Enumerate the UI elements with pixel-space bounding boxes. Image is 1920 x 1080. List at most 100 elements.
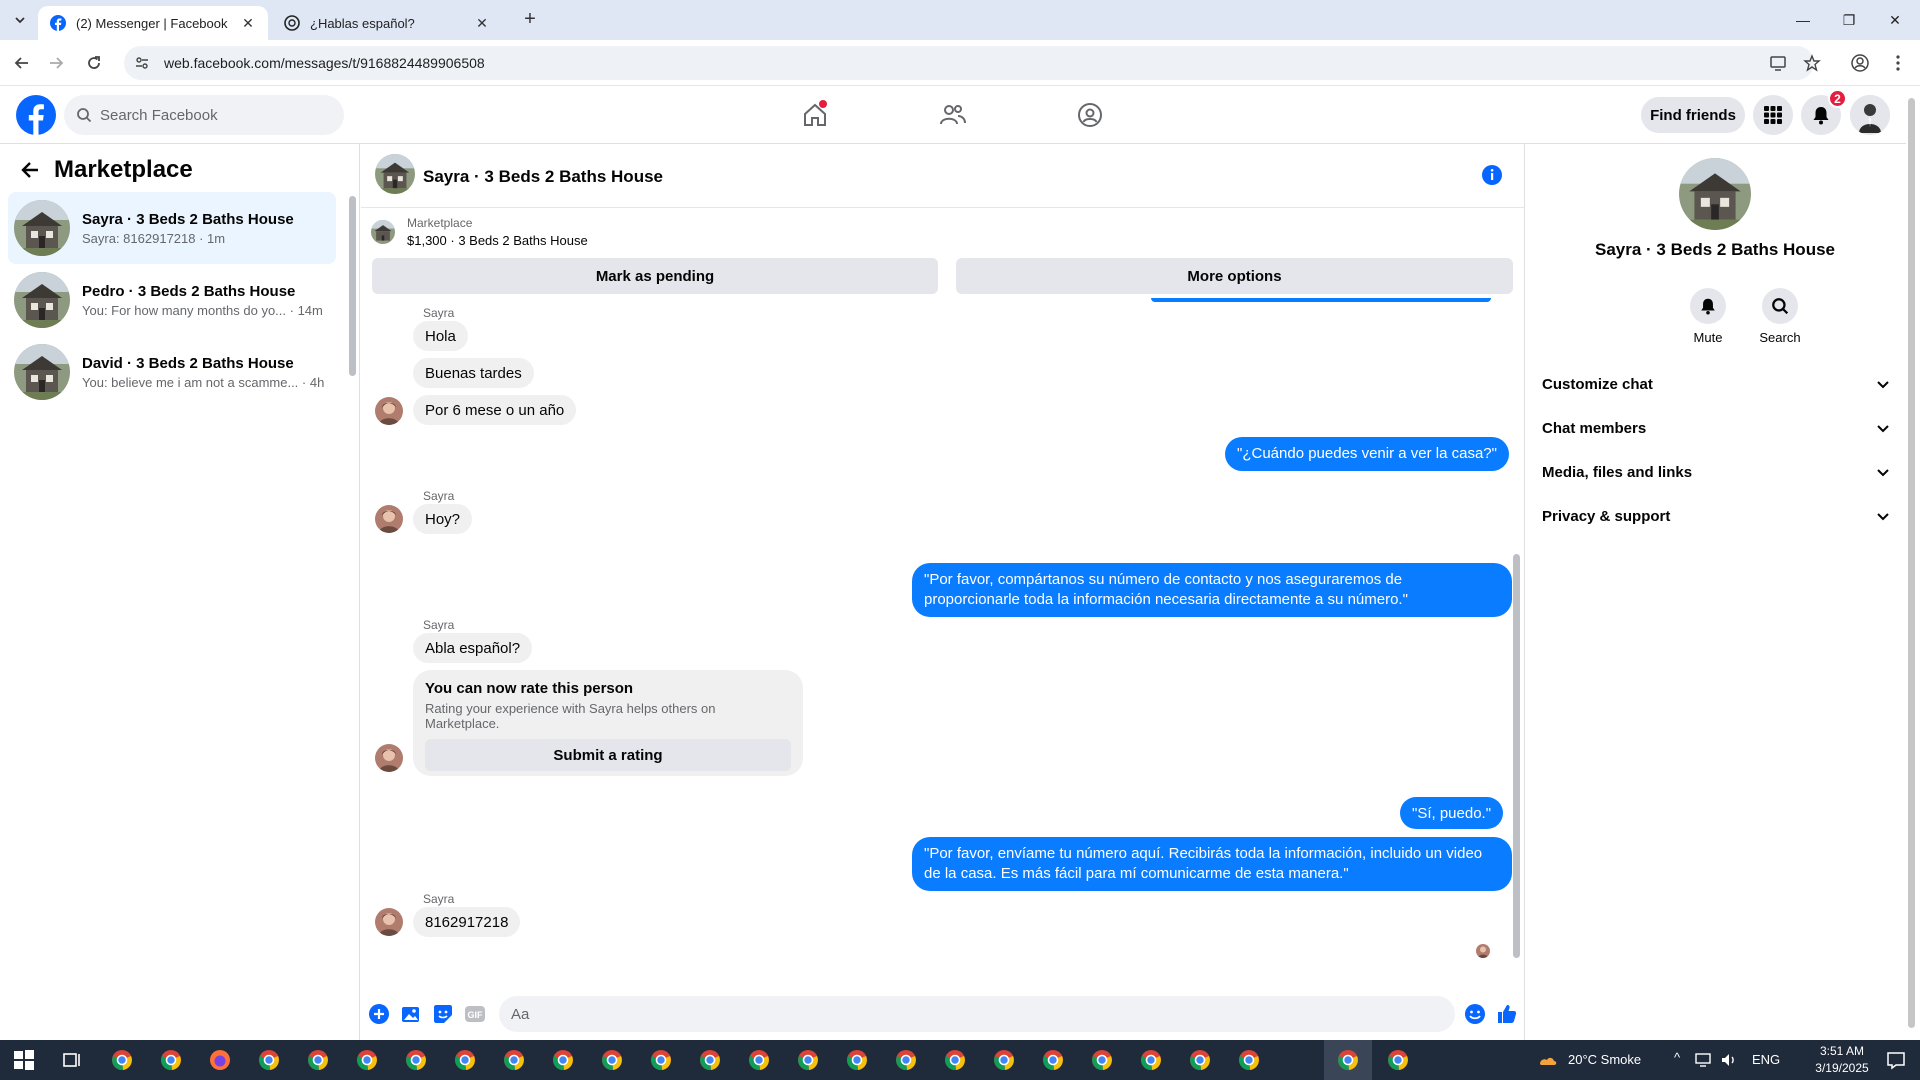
chrome-taskbar-icon[interactable] <box>1041 1048 1065 1072</box>
chrome-taskbar-icon[interactable] <box>698 1048 722 1072</box>
chat-listing-avatar[interactable] <box>375 154 415 194</box>
weather-smoke-icon[interactable] <box>1536 1048 1560 1072</box>
chrome-taskbar-icon[interactable] <box>1139 1048 1163 1072</box>
site-info-icon[interactable] <box>134 55 150 71</box>
weather-text[interactable]: 20°C Smoke <box>1568 1052 1641 1067</box>
chrome-taskbar-icon[interactable] <box>894 1048 918 1072</box>
chrome-taskbar-icon[interactable] <box>845 1048 869 1072</box>
friends-nav-icon[interactable] <box>933 98 973 132</box>
window-close-icon[interactable]: ✕ <box>1872 0 1918 40</box>
menu-grid-button[interactable] <box>1753 95 1793 135</box>
windows-start-icon[interactable] <box>12 1048 36 1072</box>
firefox-taskbar-icon[interactable] <box>208 1048 232 1072</box>
search-in-chat-button[interactable]: Search <box>1748 288 1812 345</box>
message-input[interactable]: Aa <box>499 996 1455 1032</box>
incoming-message[interactable]: Hoy? <box>413 504 473 534</box>
chrome-taskbar-icon[interactable] <box>1336 1048 1360 1072</box>
facebook-search-input[interactable]: Search Facebook <box>64 95 344 135</box>
chrome-taskbar-icon[interactable] <box>551 1048 575 1072</box>
language-indicator[interactable]: ENG <box>1752 1052 1780 1067</box>
account-avatar[interactable] <box>1850 95 1890 135</box>
reload-icon[interactable] <box>82 51 106 75</box>
tab-hablas[interactable]: ¿Hablas español? ✕ <box>272 6 502 40</box>
clock-date[interactable]: 3/19/2025 <box>1808 1061 1876 1075</box>
gif-icon[interactable]: GIF <box>463 1002 487 1026</box>
notification-center-icon[interactable] <box>1884 1048 1908 1072</box>
chrome-taskbar-icon[interactable] <box>1090 1048 1114 1072</box>
incoming-message[interactable]: 8162917218 <box>413 907 521 937</box>
tray-chevron-up-icon[interactable]: ^ <box>1674 1050 1680 1065</box>
chat-members-section[interactable]: Chat members <box>1542 410 1890 446</box>
new-tab-plus-icon[interactable]: + <box>520 9 540 30</box>
contact-avatar[interactable] <box>1679 158 1751 230</box>
chrome-taskbar-icon[interactable] <box>355 1048 379 1072</box>
privacy-support-section[interactable]: Privacy & support <box>1542 498 1890 534</box>
facebook-logo-icon[interactable] <box>16 95 56 135</box>
tab-close-icon[interactable]: ✕ <box>474 15 490 31</box>
sender-avatar[interactable] <box>375 397 403 425</box>
chrome-taskbar-icon[interactable] <box>1237 1048 1261 1072</box>
more-options-button[interactable]: More options <box>956 258 1513 294</box>
chrome-taskbar-icon[interactable] <box>502 1048 526 1072</box>
minimize-icon[interactable]: — <box>1780 0 1826 40</box>
media-files-links-section[interactable]: Media, files and links <box>1542 454 1890 490</box>
browser-menu-icon[interactable] <box>1886 51 1910 75</box>
bookmark-star-icon[interactable] <box>1800 51 1824 75</box>
profile-icon[interactable] <box>1848 51 1872 75</box>
add-plus-icon[interactable] <box>367 1002 391 1026</box>
incoming-message[interactable]: Buenas tardes <box>413 358 534 388</box>
find-friends-button[interactable]: Find friends <box>1641 97 1745 133</box>
volume-icon[interactable] <box>1720 1051 1738 1069</box>
chrome-taskbar-icon[interactable] <box>404 1048 428 1072</box>
listing-summary[interactable]: Marketplace $1,300 · 3 Beds 2 Baths Hous… <box>371 216 588 248</box>
chat-title[interactable]: Sayra · 3 Beds 2 Baths House <box>423 167 663 187</box>
emoji-icon[interactable] <box>1463 1002 1487 1026</box>
submit-rating-button[interactable]: Submit a rating <box>425 739 791 771</box>
task-view-icon[interactable] <box>60 1048 84 1072</box>
outgoing-message[interactable]: "Por favor, compártanos su número de con… <box>912 563 1512 617</box>
chrome-taskbar-icon[interactable] <box>257 1048 281 1072</box>
sender-avatar[interactable] <box>375 908 403 936</box>
incoming-message[interactable]: Abla español? <box>413 633 533 663</box>
chrome-taskbar-icon[interactable] <box>943 1048 967 1072</box>
like-thumb-icon[interactable] <box>1495 1002 1519 1026</box>
conversation-item-sayra[interactable]: Sayra · 3 Beds 2 Baths House Sayra: 8162… <box>8 192 336 264</box>
incoming-message[interactable]: Hola <box>413 321 468 351</box>
sidebar-scrollbar[interactable] <box>349 196 356 376</box>
chrome-taskbar-icon[interactable] <box>1386 1048 1410 1072</box>
restore-icon[interactable]: ❐ <box>1826 0 1872 40</box>
page-scrollbar[interactable] <box>1908 98 1915 1028</box>
chrome-taskbar-icon[interactable] <box>110 1048 134 1072</box>
chrome-taskbar-icon[interactable] <box>159 1048 183 1072</box>
photo-icon[interactable] <box>399 1002 423 1026</box>
home-nav-icon[interactable] <box>795 98 835 132</box>
chrome-taskbar-icon[interactable] <box>306 1048 330 1072</box>
conversation-item-david[interactable]: David · 3 Beds 2 Baths House You: believ… <box>8 336 336 408</box>
chrome-taskbar-icon[interactable] <box>453 1048 477 1072</box>
chrome-taskbar-icon[interactable] <box>747 1048 771 1072</box>
outgoing-message[interactable]: "Por favor, envíame tu número aquí. Reci… <box>912 837 1512 891</box>
chrome-taskbar-icon[interactable] <box>600 1048 624 1072</box>
mute-button[interactable]: Mute <box>1676 288 1740 345</box>
groups-nav-icon[interactable] <box>1070 98 1110 132</box>
chrome-taskbar-icon[interactable] <box>649 1048 673 1072</box>
tab-messenger[interactable]: (2) Messenger | Facebook ✕ <box>38 6 268 40</box>
conversation-item-pedro[interactable]: Pedro · 3 Beds 2 Baths House You: For ho… <box>8 264 336 336</box>
address-bar[interactable]: web.facebook.com/messages/t/916882448990… <box>124 46 1814 80</box>
chrome-taskbar-icon[interactable] <box>1188 1048 1212 1072</box>
install-app-icon[interactable] <box>1766 51 1790 75</box>
chat-scrollbar[interactable] <box>1513 554 1520 958</box>
info-icon[interactable] <box>1481 164 1503 186</box>
clock-time[interactable]: 3:51 AM <box>1808 1044 1876 1058</box>
chrome-taskbar-icon[interactable] <box>992 1048 1016 1072</box>
incoming-message[interactable]: Por 6 mese o un año <box>413 395 577 425</box>
sender-avatar[interactable] <box>375 744 403 772</box>
customize-chat-section[interactable]: Customize chat <box>1542 366 1890 402</box>
mark-as-pending-button[interactable]: Mark as pending <box>372 258 938 294</box>
chrome-taskbar-icon[interactable] <box>796 1048 820 1072</box>
outgoing-message[interactable]: "¿Cuándo puedes venir a ver la casa?" <box>1225 437 1509 471</box>
outgoing-message[interactable]: "Sí, puedo." <box>1400 797 1504 829</box>
forward-arrow-icon[interactable] <box>44 51 68 75</box>
sender-avatar[interactable] <box>375 505 403 533</box>
tab-close-icon[interactable]: ✕ <box>240 15 256 31</box>
